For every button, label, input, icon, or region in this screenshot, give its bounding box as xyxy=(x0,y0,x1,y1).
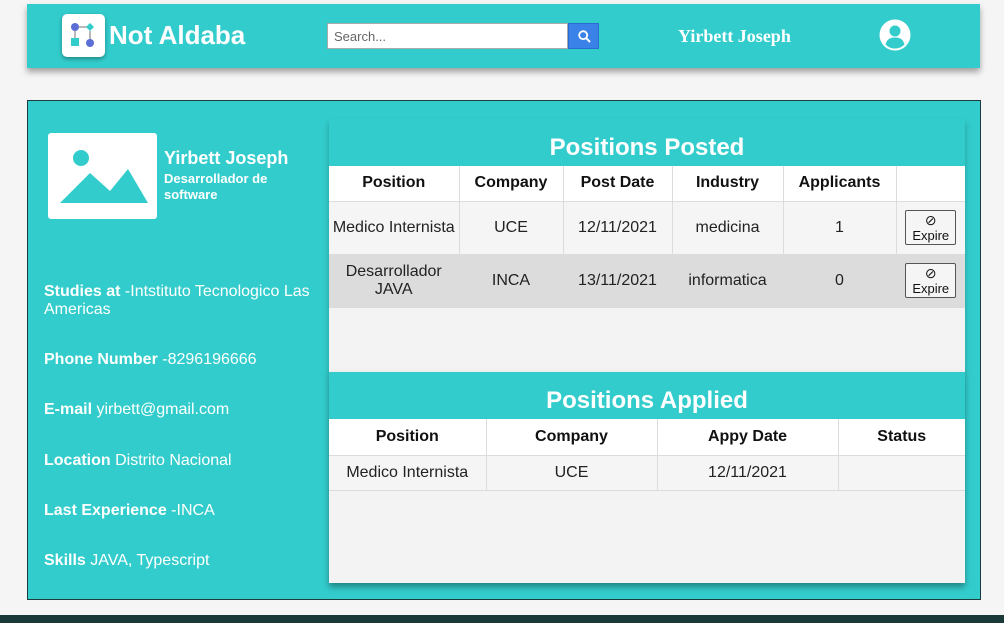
positions-applied-panel: Positions Applied Position Company Appy … xyxy=(329,372,965,583)
info-value: -INCA xyxy=(166,502,215,519)
search-button[interactable] xyxy=(568,23,599,49)
column-header: Company xyxy=(486,419,658,456)
info-label: Last Experience xyxy=(44,502,167,519)
cell-action: ⊘ Expire xyxy=(896,201,965,255)
cell-position: Desarrollador JAVA xyxy=(329,254,460,308)
column-header: Post Date xyxy=(563,166,673,202)
info-value: yirbett@gmail.com xyxy=(92,401,230,418)
profile-name: Yirbett Joseph xyxy=(164,148,289,168)
info-label: Location xyxy=(44,452,111,469)
info-email: E-mail yirbett@gmail.com xyxy=(44,401,324,419)
cell-position: Medico Internista xyxy=(329,201,460,255)
expire-label: Expire xyxy=(912,281,950,296)
info-label: E-mail xyxy=(44,401,93,418)
cell-company: UCE xyxy=(459,201,564,255)
expire-button[interactable]: ⊘ Expire xyxy=(905,263,957,298)
cell-action: ⊘ Expire xyxy=(896,254,965,308)
column-header xyxy=(896,166,965,202)
cancel-icon: ⊘ xyxy=(924,265,937,281)
info-value: -8296196666 xyxy=(157,351,257,368)
cell-company: INCA xyxy=(459,254,564,308)
column-header: Status xyxy=(838,419,965,456)
table-row: Medico Internista UCE 12/11/2021 xyxy=(329,455,965,491)
info-label: Studies at xyxy=(44,283,121,300)
cell-apply-date: 12/11/2021 xyxy=(657,455,839,491)
brand-name[interactable]: Not Aldaba xyxy=(109,20,245,51)
profile-image-placeholder-icon xyxy=(48,133,157,219)
column-header: Appy Date xyxy=(657,419,839,456)
info-value: Distrito Nacional xyxy=(110,452,232,469)
info-label: Skills xyxy=(44,552,86,569)
info-location: Location Distrito Nacional xyxy=(44,452,324,470)
cell-applicants: 1 xyxy=(783,201,897,255)
cancel-icon: ⊘ xyxy=(924,212,937,228)
column-header: Applicants xyxy=(783,166,897,202)
expire-label: Expire xyxy=(912,228,950,243)
logo-icon[interactable] xyxy=(62,14,105,57)
info-studies: Studies at -Intstituto Tecnologico Las A… xyxy=(44,283,324,319)
info-skills: Skills JAVA, Typescript xyxy=(44,552,324,570)
cell-company: UCE xyxy=(486,455,658,491)
footer-bar xyxy=(0,615,1004,623)
info-phone: Phone Number -8296196666 xyxy=(44,351,324,369)
cell-industry: medicina xyxy=(672,201,784,255)
positions-posted-panel: Positions Posted Position Company Post D… xyxy=(329,119,965,372)
positions-applied-title: Positions Applied xyxy=(329,372,965,419)
top-navbar: Not Aldaba Yirbett Joseph xyxy=(27,4,980,68)
cell-industry: informatica xyxy=(672,254,784,308)
table-row: Desarrollador JAVA INCA 13/11/2021 infor… xyxy=(329,254,965,308)
cell-post-date: 12/11/2021 xyxy=(563,201,673,255)
cell-post-date: 13/11/2021 xyxy=(563,254,673,308)
info-value: JAVA, Typescript xyxy=(85,552,210,569)
column-header: Company xyxy=(459,166,564,202)
expire-button[interactable]: ⊘ Expire xyxy=(905,210,957,245)
profile-role: Desarrollador de software xyxy=(164,171,268,202)
user-circle-icon[interactable] xyxy=(879,19,911,51)
cell-position: Medico Internista xyxy=(329,455,487,491)
positions-applied-table: Position Company Appy Date Status Medico… xyxy=(329,419,965,491)
nav-username[interactable]: Yirbett Joseph xyxy=(678,26,791,47)
profile-dashboard: Yirbett Joseph Desarrollador de software… xyxy=(27,100,981,600)
column-header: Position xyxy=(329,166,460,202)
positions-posted-title: Positions Posted xyxy=(329,119,965,166)
search-icon xyxy=(578,30,591,43)
positions-posted-table: Position Company Post Date Industry Appl… xyxy=(329,166,965,308)
cell-status xyxy=(838,455,965,491)
info-label: Phone Number xyxy=(44,351,158,368)
cell-applicants: 0 xyxy=(783,254,897,308)
column-header: Position xyxy=(329,419,487,456)
table-row: Medico Internista UCE 12/11/2021 medicin… xyxy=(329,201,965,255)
column-header: Industry xyxy=(672,166,784,202)
info-last-experience: Last Experience -INCA xyxy=(44,502,324,520)
search-input[interactable] xyxy=(327,23,568,49)
